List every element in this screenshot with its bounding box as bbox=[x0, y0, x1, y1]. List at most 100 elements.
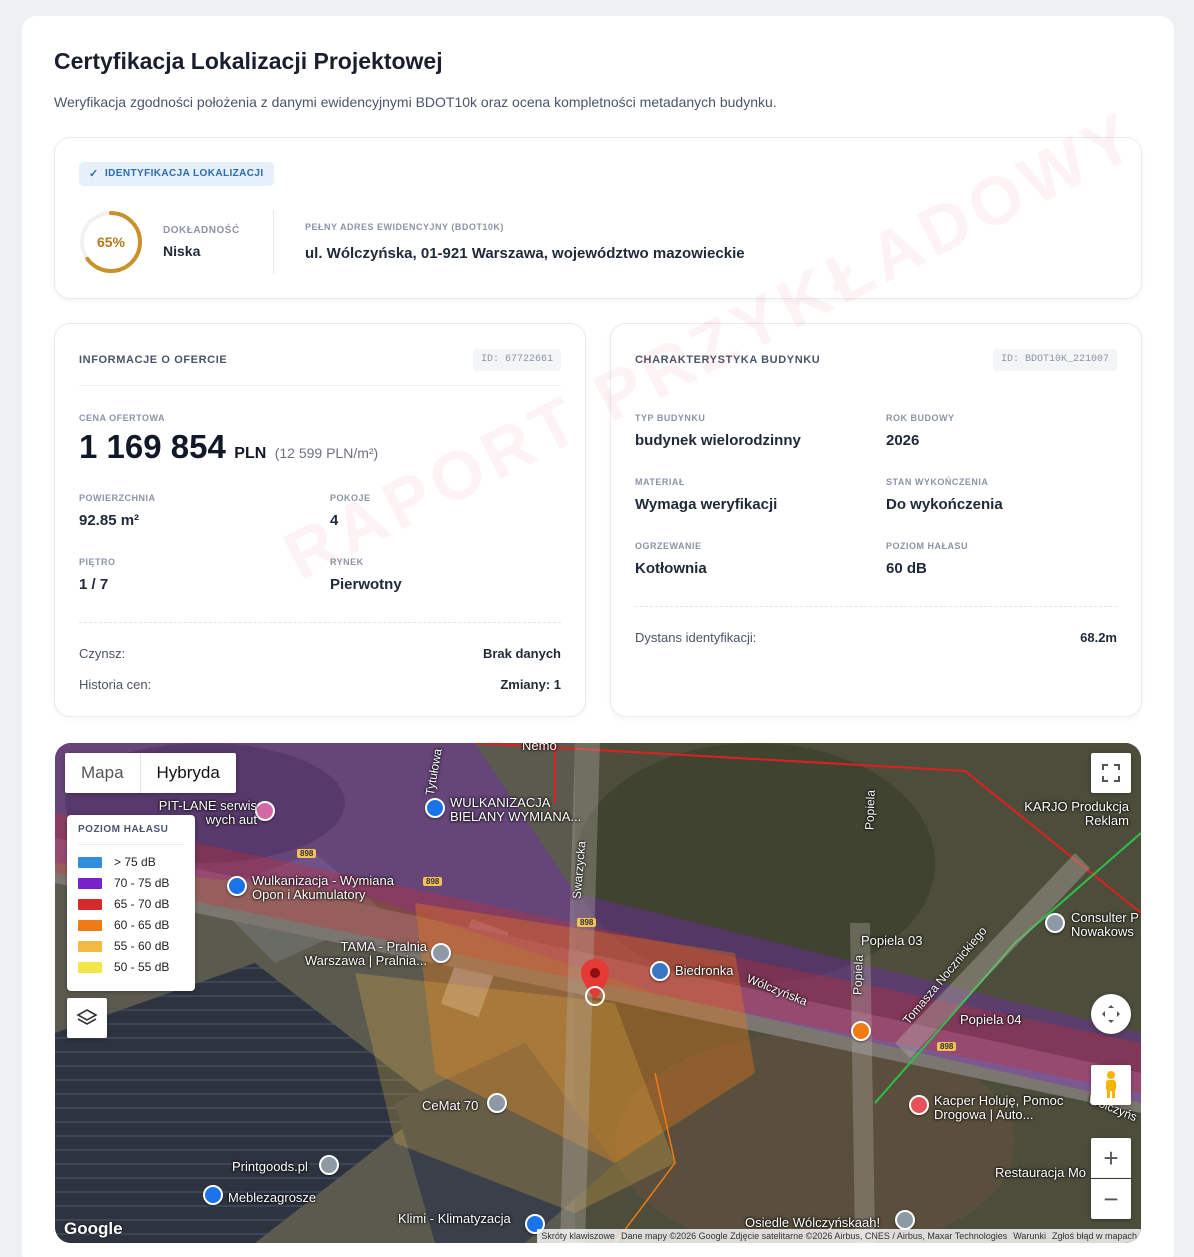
zoom-out-button[interactable]: − bbox=[1091, 1179, 1131, 1219]
type-label: TYP BUDYNKU bbox=[635, 413, 706, 423]
pegman-icon bbox=[1106, 1071, 1116, 1098]
area-label: POWIERZCHNIA bbox=[79, 493, 156, 503]
poi-marker-icon[interactable] bbox=[895, 1210, 915, 1230]
finish-label: STAN WYKOŃCZENIA bbox=[886, 477, 989, 487]
poi-consulter[interactable]: Consulter P Nowakows bbox=[1071, 911, 1141, 939]
poi-marker-icon[interactable] bbox=[319, 1155, 339, 1175]
legend-label: 65 - 70 dB bbox=[114, 897, 170, 911]
camera-control-button[interactable] bbox=[1091, 994, 1131, 1034]
poi-marker-icon[interactable] bbox=[1045, 913, 1065, 933]
price-block: 1 169 854 PLN (12 599 PLN/m²) bbox=[79, 428, 378, 466]
poi-printgoods[interactable]: Printgoods.pl bbox=[232, 1160, 308, 1174]
road-number-badge: 898 bbox=[297, 849, 317, 858]
fullscreen-icon bbox=[1102, 764, 1120, 782]
rent-value: Brak danych bbox=[482, 646, 561, 661]
accuracy-ring: 65% bbox=[80, 211, 142, 273]
address-value: ul. Wólczyńska, 01-921 Warszawa, wojewód… bbox=[305, 245, 745, 262]
noise-label: POZIOM HAŁASU bbox=[886, 541, 968, 551]
divider bbox=[273, 210, 274, 274]
legend-title: POZIOM HAŁASU bbox=[78, 824, 169, 835]
accuracy-level: Niska bbox=[163, 243, 201, 259]
location-badge-label: IDENTYFIKACJA LOKALIZACJI bbox=[105, 168, 264, 179]
map-type-map-button[interactable]: Mapa bbox=[65, 753, 140, 793]
move-icon bbox=[1102, 1005, 1120, 1023]
poi-cemat[interactable]: CeMat 70 bbox=[422, 1099, 478, 1113]
legend-label: 55 - 60 dB bbox=[114, 939, 170, 953]
fullscreen-button[interactable] bbox=[1091, 753, 1131, 793]
location-radius-circle bbox=[585, 986, 605, 1006]
street-view-pegman[interactable] bbox=[1091, 1065, 1131, 1105]
poi-marker-icon[interactable] bbox=[650, 961, 670, 981]
poi-nemo[interactable]: Nemo bbox=[522, 743, 557, 753]
poi-marker-icon[interactable] bbox=[487, 1093, 507, 1113]
distance-label: Dystans identyfikacji: bbox=[635, 630, 757, 645]
address-label: PEŁNY ADRES EWIDENCYJNY (BDOT10K) bbox=[305, 222, 504, 232]
year-value: 2026 bbox=[886, 432, 920, 449]
building-id: ID: BDOT10K_221007 bbox=[992, 349, 1117, 371]
check-icon: ✓ bbox=[89, 168, 99, 180]
poi-marker-icon[interactable] bbox=[255, 801, 275, 821]
minus-icon: − bbox=[1103, 1184, 1119, 1214]
poi-wulkanizacja-bielany[interactable]: WULKANIZACJA BIELANY WYMIANA... bbox=[450, 796, 590, 824]
layers-button[interactable] bbox=[67, 998, 107, 1038]
price-history-value[interactable]: Zmiany: 1 bbox=[500, 677, 561, 692]
poi-marker-icon[interactable] bbox=[431, 943, 451, 963]
legend-label: > 75 dB bbox=[114, 855, 156, 869]
price-history-label: Historia cen: bbox=[79, 677, 152, 692]
price-label: CENA OFERTOWA bbox=[79, 413, 166, 423]
zoom-in-button[interactable]: + bbox=[1091, 1138, 1131, 1178]
building-title: CHARAKTERYSTYKA BUDYNKU bbox=[635, 354, 821, 366]
poi-marker-icon[interactable] bbox=[203, 1185, 223, 1205]
road-label-popiela-2: Popiela bbox=[850, 954, 866, 996]
legend-divider bbox=[78, 844, 184, 845]
rooms-label: POKOJE bbox=[330, 493, 371, 503]
noise-map[interactable]: Tytułowa Swarzycka Popiela Popiela Tomas… bbox=[55, 743, 1141, 1243]
poi-klimi[interactable]: Klimi - Klimatyzacja bbox=[398, 1212, 511, 1226]
poi-marker-icon[interactable] bbox=[425, 798, 445, 818]
heating-label: OGRZEWANIE bbox=[635, 541, 702, 551]
type-value: budynek wielorodzinny bbox=[635, 432, 801, 449]
poi-marker-icon[interactable] bbox=[227, 876, 247, 896]
page-subtitle: Weryfikacja zgodności położenia z danymi… bbox=[54, 94, 777, 110]
building-divider bbox=[635, 606, 1117, 607]
distance-value: 68.2m bbox=[1080, 630, 1117, 645]
poi-meblezagrosze[interactable]: Meblezagrosze bbox=[228, 1191, 316, 1205]
legend-swatch bbox=[78, 899, 102, 910]
legend-swatch bbox=[78, 878, 102, 889]
poi-restauracja[interactable]: Restauracja Mo bbox=[995, 1166, 1086, 1180]
poi-osiedle[interactable]: Osiedle Wólczyńskaah! bbox=[745, 1216, 880, 1230]
poi-popiela-03[interactable]: Popiela 03 bbox=[861, 934, 922, 948]
road-number-badge: 898 bbox=[937, 1042, 957, 1051]
location-card: ✓ IDENTYFIKACJA LOKALIZACJI 65% DOKŁADNO… bbox=[54, 137, 1142, 299]
layers-icon bbox=[76, 1009, 98, 1025]
material-value: Wymaga weryfikacji bbox=[635, 496, 778, 513]
poi-kacper[interactable]: Kacper Holuję, Pomoc Drogowa | Auto... bbox=[934, 1094, 1084, 1122]
poi-popiela-04[interactable]: Popiela 04 bbox=[960, 1013, 1021, 1027]
location-badge: ✓ IDENTYFIKACJA LOKALIZACJI bbox=[79, 162, 274, 186]
offer-header-divider bbox=[79, 385, 561, 386]
page-title: Certyfikacja Lokalizacji Projektowej bbox=[54, 48, 443, 74]
map-type-hybrid-button[interactable]: Hybryda bbox=[139, 753, 236, 793]
material-label: MATERIAŁ bbox=[635, 477, 685, 487]
poi-wulkanizacja-opony[interactable]: Wulkanizacja - Wymiana Opon i Akumulator… bbox=[252, 874, 412, 902]
market-value: Pierwotny bbox=[330, 576, 402, 593]
offer-divider bbox=[79, 622, 561, 623]
poi-marker-icon[interactable] bbox=[851, 1021, 871, 1041]
area-value: 92.85 m² bbox=[79, 512, 140, 529]
floor-label: PIĘTRO bbox=[79, 557, 116, 567]
price-currency: PLN bbox=[234, 445, 267, 462]
terms-link[interactable]: Warunki bbox=[1013, 1229, 1046, 1243]
poi-biedronka[interactable]: Biedronka bbox=[675, 964, 734, 978]
keyboard-shortcuts-link[interactable]: Skróty klawiszowe bbox=[541, 1229, 615, 1243]
poi-karjo[interactable]: KARJO Produkcja Reklam bbox=[1013, 800, 1129, 828]
map-data-text: Dane mapy ©2026 Google Zdjęcie satelitar… bbox=[620, 1231, 1008, 1241]
poi-marker-icon[interactable] bbox=[909, 1095, 929, 1115]
legend-label: 60 - 65 dB bbox=[114, 918, 170, 932]
poi-tama-pralnia[interactable]: TAMA - Pralnia Warszawa | Pralnia... bbox=[295, 940, 427, 968]
rent-label: Czynsz: bbox=[79, 646, 126, 661]
legend-swatch bbox=[78, 857, 102, 868]
report-error-link[interactable]: Zgłoś błąd w mapach bbox=[1052, 1229, 1137, 1243]
google-logo: Google bbox=[64, 1219, 123, 1238]
year-label: ROK BUDOWY bbox=[886, 413, 955, 423]
finish-value: Do wykończenia bbox=[886, 496, 1003, 513]
